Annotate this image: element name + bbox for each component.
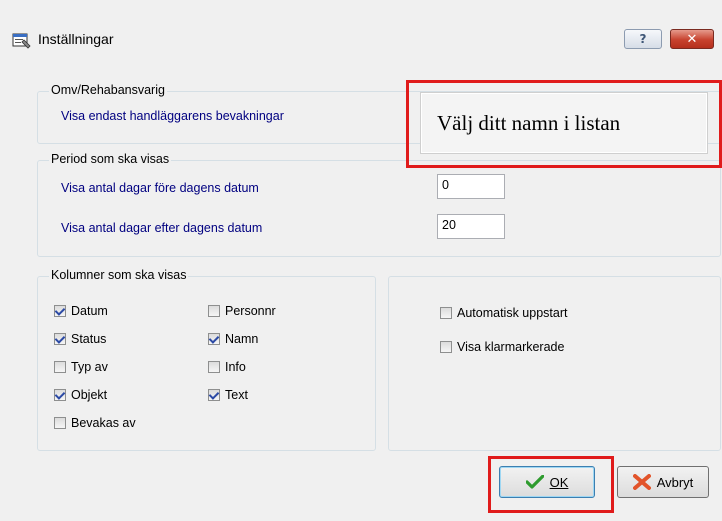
checkbox-typ-av[interactable]: Typ av <box>54 360 108 374</box>
days-after-input[interactable]: 20 <box>437 214 505 239</box>
checkbox-visa-klarmarkerade[interactable]: Visa klarmarkerade <box>440 340 564 354</box>
checkbox-label: Info <box>225 360 246 374</box>
checkbox-label: Bevakas av <box>71 416 136 430</box>
settings-dialog: Inställningar ? ✕ Omv/Rehabansvarig Visa… <box>0 0 722 521</box>
days-before-input[interactable]: 0 <box>437 174 505 199</box>
checkbox-unchecked-icon <box>208 305 220 317</box>
checkbox-label: Objekt <box>71 388 108 402</box>
cancel-button-label: Avbryt <box>656 474 694 490</box>
checkbox-checked-icon <box>54 389 66 401</box>
cancel-button[interactable]: Avbryt <box>617 466 709 498</box>
checkbox-label: Automatisk uppstart <box>457 306 568 320</box>
checkbox-label: Visa klarmarkerade <box>457 340 565 354</box>
checkbox-unchecked-icon <box>54 361 66 373</box>
checkbox-info[interactable]: Info <box>208 360 246 374</box>
cancel-x-icon <box>632 474 651 490</box>
rehab-filter-label: Visa endast handläggarens bevakningar <box>61 109 284 123</box>
period-group-legend: Period som ska visas <box>49 152 172 166</box>
checkbox-namn[interactable]: Namn <box>208 332 258 346</box>
period-group <box>37 160 721 257</box>
checkbox-automatisk-uppstart[interactable]: Automatisk uppstart <box>440 306 567 320</box>
window-title: Inställningar <box>38 31 114 47</box>
close-icon: ✕ <box>686 31 698 47</box>
checkbox-label: Typ av <box>71 360 108 374</box>
checkbox-checked-icon <box>208 389 220 401</box>
title-bar[interactable]: Inställningar ? ✕ <box>0 0 722 49</box>
checkbox-unchecked-icon <box>440 307 452 319</box>
options-group <box>388 276 721 451</box>
checkbox-unchecked-icon <box>208 361 220 373</box>
checkbox-personnr[interactable]: Personnr <box>208 304 276 318</box>
days-before-label: Visa antal dagar före dagens datum <box>61 181 259 195</box>
rehab-group-legend: Omv/Rehabansvarig <box>49 83 167 97</box>
checkbox-unchecked-icon <box>54 417 66 429</box>
checkbox-datum[interactable]: Datum <box>54 304 108 318</box>
help-icon: ? <box>639 32 647 46</box>
help-button[interactable]: ? <box>624 29 662 49</box>
checkbox-checked-icon <box>208 333 220 345</box>
settings-window-icon <box>12 33 31 49</box>
checkbox-checked-icon <box>54 333 66 345</box>
checkbox-text[interactable]: Text <box>208 388 248 402</box>
checkbox-objekt[interactable]: Objekt <box>54 388 107 402</box>
checkbox-label: Status <box>71 332 107 346</box>
ok-button-highlight <box>488 456 614 513</box>
callout-highlight <box>406 80 722 168</box>
close-button[interactable]: ✕ <box>670 29 714 49</box>
checkbox-label: Namn <box>225 332 259 346</box>
checkbox-bevakas-av[interactable]: Bevakas av <box>54 416 136 430</box>
checkbox-label: Datum <box>71 304 108 318</box>
checkbox-checked-icon <box>54 305 66 317</box>
checkbox-label: Text <box>225 388 248 402</box>
checkbox-label: Personnr <box>225 304 276 318</box>
days-after-label: Visa antal dagar efter dagens datum <box>61 221 263 235</box>
checkbox-status[interactable]: Status <box>54 332 106 346</box>
checkbox-unchecked-icon <box>440 341 452 353</box>
columns-group-legend: Kolumner som ska visas <box>49 268 189 282</box>
